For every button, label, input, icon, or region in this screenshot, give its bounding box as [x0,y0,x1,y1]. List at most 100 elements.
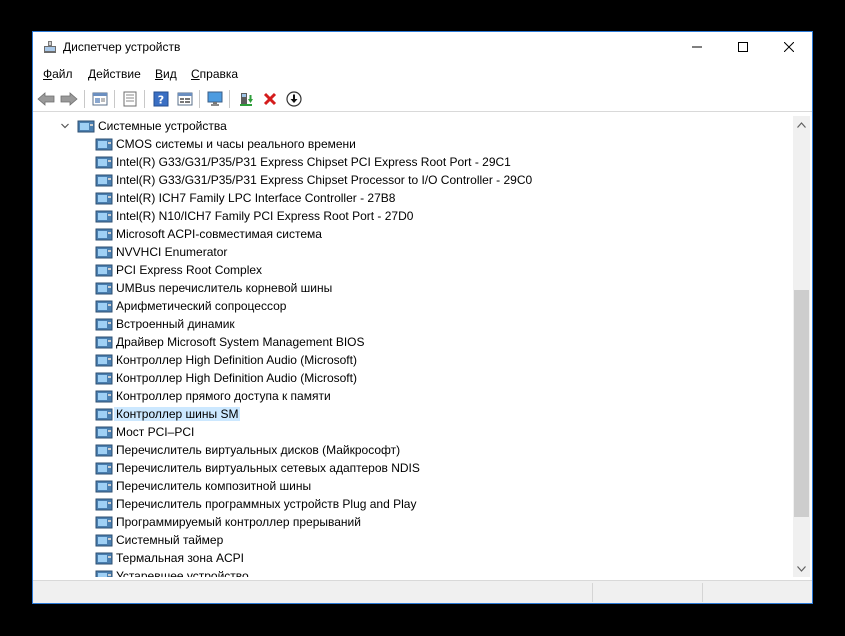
uninstall-icon [263,92,277,106]
system-device-icon [95,174,113,187]
tree-device-item[interactable]: Перечислитель виртуальных дисков (Майкро… [34,441,774,459]
back-button[interactable] [36,89,56,109]
tree-device-item[interactable]: NVVHCI Enumerator [34,243,774,261]
forward-arrow-icon [60,92,78,106]
system-device-icon [95,282,113,295]
download-icon [286,91,302,107]
tree-device-label: Системный таймер [116,533,224,547]
tree-device-label: Встроенный динамик [116,317,235,331]
tree-device-item[interactable]: Intel(R) ICH7 Family LPC Interface Contr… [34,189,774,207]
tree-device-item[interactable]: CMOS системы и часы реального времени [34,135,774,153]
tree-device-label: Перечислитель виртуальных сетевых адапте… [116,461,420,475]
tree-device-item[interactable]: Intel(R) G33/G31/P35/P31 Express Chipset… [34,153,774,171]
uninstall-button[interactable] [260,89,280,109]
system-device-icon [95,264,113,277]
tree-category-system-devices[interactable]: Системные устройства [34,117,774,135]
toolbar-separator [84,90,85,108]
tree-category-label: Системные устройства [98,119,227,133]
menu-help[interactable]: Справка [191,67,238,81]
tree-device-item[interactable]: Термальная зона ACPI [34,549,774,567]
toolbar-separator [114,90,115,108]
title-bar[interactable]: Диспетчер устройств [33,32,812,62]
tree-device-item[interactable]: PCI Express Root Complex [34,261,774,279]
device-manager-icon [44,41,56,53]
tree-device-item[interactable]: Intel(R) N10/ICH7 Family PCI Express Roo… [34,207,774,225]
scroll-down-button[interactable] [793,560,810,577]
tree-device-label: Драйвер Microsoft System Management BIOS [116,335,365,349]
tree-device-item[interactable]: Драйвер Microsoft System Management BIOS [34,333,774,351]
chevron-up-icon [797,121,806,128]
tree-device-item[interactable]: Intel(R) G33/G31/P35/P31 Express Chipset… [34,171,774,189]
tree-device-item[interactable]: Контроллер High Definition Audio (Micros… [34,351,774,369]
monitor-icon [207,91,223,106]
properties-icon [92,92,108,106]
tree-device-item[interactable]: Встроенный динамик [34,315,774,333]
tree-device-item[interactable]: Перечислитель композитной шины [34,477,774,495]
tree-device-item[interactable]: Контроллер High Definition Audio (Micros… [34,369,774,387]
tree-device-item[interactable]: Перечислитель виртуальных сетевых адапте… [34,459,774,477]
system-device-icon [95,426,113,439]
minimize-icon [692,46,702,48]
scroll-up-button[interactable] [793,116,810,133]
details-button[interactable] [120,89,140,109]
close-button[interactable] [766,32,812,62]
update-driver-button[interactable] [236,89,256,109]
tree-device-label: Microsoft ACPI-совместимая система [116,227,322,241]
menu-view[interactable]: Вид [155,67,177,81]
back-arrow-icon [37,92,55,106]
tree-device-item[interactable]: Контроллер шины SM [34,405,774,423]
properties-button[interactable] [90,89,110,109]
tree-device-item[interactable]: Системный таймер [34,531,774,549]
chevron-down-icon[interactable] [60,121,70,131]
tree-device-label: UMBus перечислитель корневой шины [116,281,333,295]
tree-device-item[interactable]: Программируемый контроллер прерываний [34,513,774,531]
tree-device-item[interactable]: Устаревшее устройство [34,567,774,577]
device-tree[interactable]: Системные устройства CMOS системы и часы… [34,116,793,577]
tree-device-label: Intel(R) ICH7 Family LPC Interface Contr… [116,191,396,205]
tree-device-label: Арифметический сопроцессор [116,299,287,313]
update-driver-icon [240,93,253,106]
system-device-icon [95,228,113,241]
system-device-icon [95,534,113,547]
system-device-icon [95,210,113,223]
svg-text:?: ? [158,94,164,107]
toolbar-separator [199,90,200,108]
tree-device-label: Контроллер High Definition Audio (Micros… [116,353,357,367]
view-button[interactable] [175,89,195,109]
device-manager-window: Диспетчер устройств Файл Действие Вид Сп… [32,31,813,604]
system-device-icon [95,498,113,511]
tree-device-item[interactable]: Контроллер прямого доступа к памяти [34,387,774,405]
menu-action[interactable]: Действие [88,67,141,81]
window-title: Диспетчер устройств [63,40,181,54]
help-button[interactable]: ? [151,89,171,109]
system-device-icon [95,246,113,259]
details-icon [123,91,137,107]
menu-file[interactable]: Файл [43,67,73,81]
toolbar: ? [33,85,812,112]
chevron-down-icon [797,565,806,572]
system-device-icon [95,444,113,457]
scroll-thumb[interactable] [794,290,809,517]
tree-device-label: Мост PCI–PCI [116,425,195,439]
tree-device-label: Intel(R) G33/G31/P35/P31 Express Chipset… [116,173,533,187]
system-device-icon [95,354,113,367]
status-pane-main [33,583,593,602]
toolbar-separator [229,90,230,108]
scan-hardware-button[interactable] [205,89,225,109]
system-device-icon [95,408,113,421]
maximize-button[interactable] [720,32,766,62]
tree-device-item[interactable]: Арифметический сопроцессор [34,297,774,315]
tree-device-label: Перечислитель композитной шины [116,479,312,493]
tree-device-item[interactable]: UMBus перечислитель корневой шины [34,279,774,297]
tree-device-item[interactable]: Microsoft ACPI-совместимая система [34,225,774,243]
tree-device-item[interactable]: Мост PCI–PCI [34,423,774,441]
system-device-icon [95,156,113,169]
tree-device-item[interactable]: Перечислитель программных устройств Plug… [34,495,774,513]
vertical-scrollbar[interactable] [793,116,810,577]
tree-device-label: Контроллер шины SM [114,407,241,421]
minimize-button[interactable] [674,32,720,62]
forward-button[interactable] [59,89,79,109]
download-button[interactable] [284,89,304,109]
status-bar [33,580,812,603]
tree-device-label: Перечислитель виртуальных дисков (Майкро… [116,443,401,457]
